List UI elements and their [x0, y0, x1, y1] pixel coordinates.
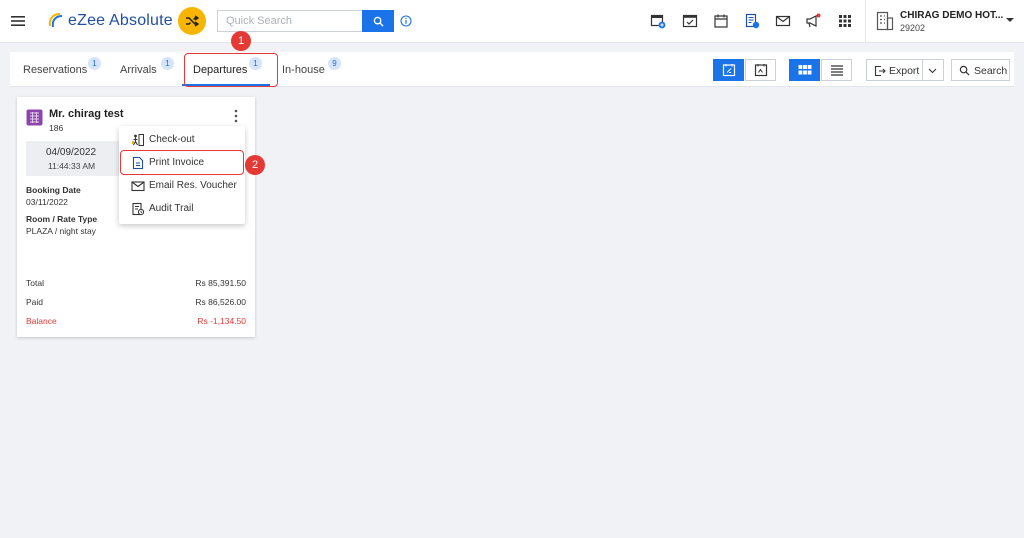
- hamburger-menu-icon[interactable]: [10, 13, 26, 29]
- announcement-icon[interactable]: [805, 13, 821, 29]
- tab-arrivals[interactable]: Arrivals: [120, 64, 157, 76]
- top-bar: eZee Absolute Quick Search CHIRAG DEMO H…: [0, 0, 1024, 43]
- balance-amount: Rs -1,134.50: [197, 316, 246, 326]
- search-button[interactable]: Search: [951, 59, 1010, 81]
- tab-label: Reservations: [23, 64, 88, 76]
- shuffle-button[interactable]: [178, 7, 206, 35]
- quick-search-button[interactable]: [362, 10, 394, 32]
- tab-reservations[interactable]: Reservations: [23, 64, 87, 76]
- tab-label: Arrivals: [120, 64, 157, 76]
- departure-time: 11:44:33 AM: [48, 161, 96, 171]
- room-number: 186: [49, 123, 64, 133]
- card-guest-view-button[interactable]: [713, 59, 744, 81]
- departure-datetime-box: 04/09/2022 11:44:33 AM: [26, 141, 131, 176]
- tab-badge-arrivals: 1: [161, 57, 174, 70]
- mail-icon[interactable]: [775, 13, 791, 29]
- more-options-icon[interactable]: [233, 109, 239, 123]
- search-label: Search: [974, 65, 1008, 77]
- chevron-down-icon[interactable]: [928, 68, 937, 74]
- booking-date-label: Booking Date: [26, 185, 81, 195]
- app-logo[interactable]: eZee Absolute: [46, 11, 173, 31]
- quick-search-placeholder: Quick Search: [226, 15, 293, 27]
- room-rate: PLAZA / night stay: [26, 226, 96, 236]
- booking-date: 03/11/2022: [26, 197, 68, 207]
- logo-icon: [48, 13, 63, 28]
- departure-date: 04/09/2022: [46, 147, 97, 158]
- menu-item-check-out[interactable]: Check-out: [119, 128, 245, 151]
- report-icon[interactable]: [744, 13, 760, 29]
- calendar-check-icon[interactable]: [682, 13, 698, 29]
- paid-label: Paid: [26, 297, 44, 307]
- menu-item-label: Audit Trail: [149, 203, 194, 214]
- room-card-icon: [754, 64, 767, 77]
- export-divider: [922, 59, 923, 81]
- hotel-name: CHIRAG DEMO HOT...: [900, 10, 1004, 21]
- grid-view-button[interactable]: [789, 59, 820, 81]
- apps-grid-icon[interactable]: [837, 13, 853, 29]
- step-2-marker: 2: [245, 155, 265, 175]
- info-icon[interactable]: [400, 15, 412, 27]
- list-view-button[interactable]: [821, 59, 852, 81]
- search-icon: [373, 16, 384, 27]
- menu-item-label: Email Res. Voucher: [149, 180, 237, 191]
- export-button[interactable]: Export: [866, 59, 944, 81]
- step-1-marker: 1: [231, 31, 251, 51]
- audit-icon: [131, 202, 145, 216]
- paid-amount: Rs 86,526.00: [195, 297, 246, 307]
- guest-avatar-icon: [26, 109, 43, 126]
- guest-card-icon: [722, 64, 735, 77]
- total-amount: Rs 85,391.50: [195, 278, 246, 288]
- guest-name[interactable]: Mr. chirag test: [49, 108, 124, 120]
- hotel-building-icon: [876, 11, 894, 31]
- balance-label: Balance: [26, 316, 57, 326]
- app-name: eZee Absolute: [68, 12, 173, 29]
- card-room-view-button[interactable]: [745, 59, 776, 81]
- card-context-menu: Check-out Print Invoice Email Res. Vouch…: [119, 126, 245, 224]
- calendar-icon[interactable]: [713, 13, 729, 29]
- shuffle-icon: [186, 15, 199, 27]
- export-label: Export: [889, 65, 920, 77]
- tab-badge-in-house: 9: [328, 57, 341, 70]
- menu-item-label: Check-out: [149, 134, 195, 145]
- tab-badge-reservations: 1: [88, 57, 101, 70]
- tab-in-house[interactable]: In-house: [282, 64, 325, 76]
- menu-item-audit-trail[interactable]: Audit Trail: [119, 197, 245, 220]
- calendar-plus-icon[interactable]: [650, 13, 666, 29]
- hotel-selector[interactable]: CHIRAG DEMO HOT... 29202: [865, 0, 1024, 43]
- print-invoice-highlight-box: [120, 150, 244, 175]
- mail-icon: [131, 179, 145, 193]
- list-view-icon: [830, 65, 843, 76]
- room-rate-label: Room / Rate Type: [26, 214, 98, 224]
- tab-bar: Reservations 1 Arrivals 1 Departures 1 I…: [10, 52, 1014, 87]
- checkout-icon: [131, 133, 145, 147]
- quick-search-input[interactable]: Quick Search: [217, 10, 362, 32]
- menu-item-email-voucher[interactable]: Email Res. Voucher: [119, 174, 245, 197]
- chevron-down-icon[interactable]: [1005, 16, 1015, 24]
- hotel-id: 29202: [900, 23, 926, 33]
- total-label: Total: [26, 278, 44, 288]
- export-icon: [874, 65, 886, 77]
- tab-label: In-house: [282, 64, 325, 76]
- departures-highlight-box: [184, 53, 278, 87]
- grid-view-icon: [798, 65, 811, 75]
- search-icon: [959, 65, 970, 76]
